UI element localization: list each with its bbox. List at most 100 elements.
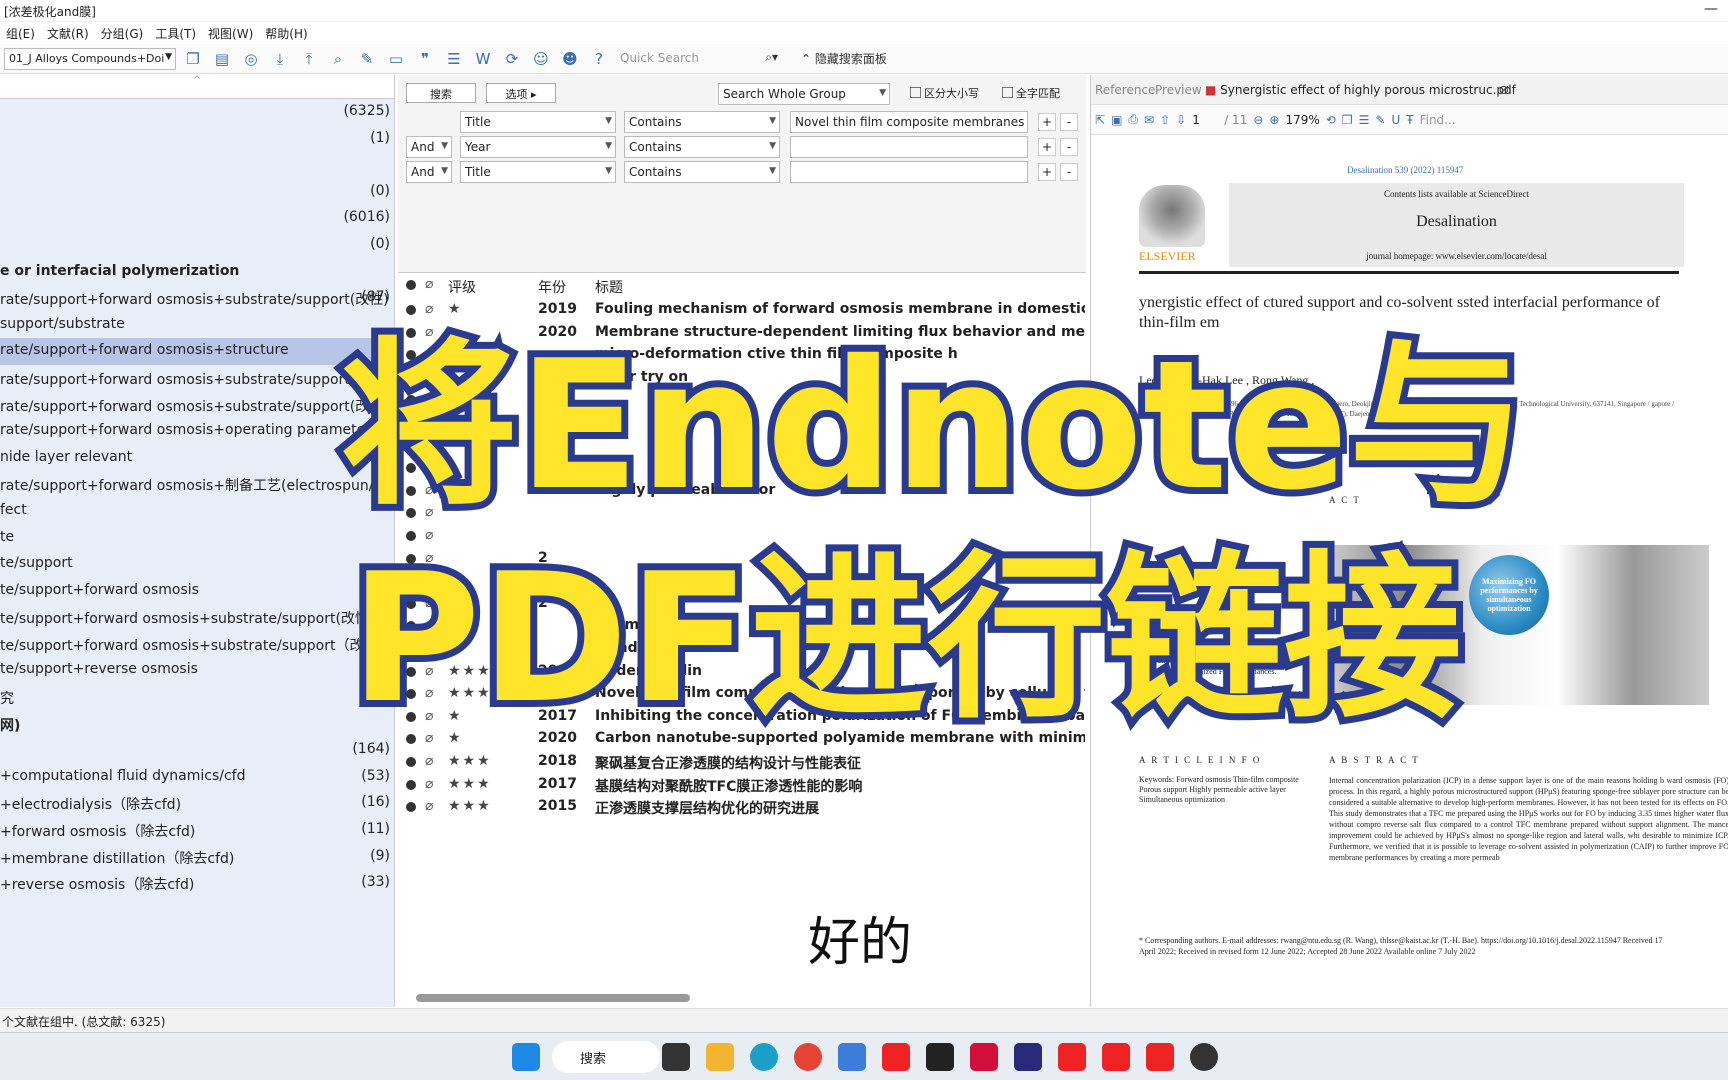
- sync-icon[interactable]: ⟳: [500, 47, 524, 71]
- users-icon[interactable]: ☻: [558, 47, 582, 71]
- match-words-checkbox[interactable]: 全字匹配: [1002, 85, 1060, 101]
- field-select[interactable]: Title ▼: [460, 161, 616, 183]
- export-icon[interactable]: ⤒: [297, 47, 321, 71]
- col-rating[interactable]: 评级: [448, 277, 476, 297]
- find-fulltext-icon[interactable]: ⌕: [326, 47, 350, 71]
- prev-page-icon[interactable]: ⇧: [1160, 113, 1170, 127]
- group-item[interactable]: e or interfacial polymerization: [0, 259, 394, 286]
- reference-row[interactable]: ⌀ ★ 2019 Fouling mechanism of forward osmos…: [398, 300, 1086, 323]
- new-reference-icon[interactable]: ▤: [210, 47, 234, 71]
- reference-row[interactable]: ⌀ s and c: [398, 639, 1086, 662]
- reference-row[interactable]: ⌀ ★★★ 2014 Understandin: [398, 662, 1086, 685]
- col-year[interactable]: 年份: [538, 277, 566, 297]
- group-item[interactable]: (0): [0, 232, 394, 259]
- next-page-icon[interactable]: ⇩: [1176, 113, 1186, 127]
- group-item[interactable]: 网): [0, 711, 394, 738]
- reference-row[interactable]: ⌀ ★★★ 2018 聚砜基复合正渗透膜的结构设计与性能表征: [398, 752, 1086, 775]
- reference-row[interactable]: ⌀ micro-deformation ctive thin film compo…: [398, 345, 1086, 368]
- menu-groups[interactable]: 分组(G): [95, 22, 150, 44]
- search-value-input[interactable]: Novel thin film composite membranes supp…: [790, 111, 1028, 133]
- import-icon[interactable]: ⤓: [268, 47, 292, 71]
- copy-page-icon[interactable]: ❐: [1342, 113, 1353, 127]
- search-value-input[interactable]: [790, 161, 1028, 183]
- group-item[interactable]: +electrodialysis（除去cfd) (16): [0, 790, 394, 817]
- group-item[interactable]: (6325): [0, 99, 394, 126]
- menu-tools[interactable]: 工具(T): [149, 22, 202, 44]
- group-item[interactable]: +membrane distillation（除去cfd) (9): [0, 844, 394, 871]
- reference-row[interactable]: ⌀ 2: [398, 594, 1086, 617]
- share-icon[interactable]: ☺: [529, 47, 553, 71]
- menu-window[interactable]: 视图(W): [202, 22, 259, 44]
- group-item[interactable]: [0, 152, 394, 179]
- strikethrough-icon[interactable]: Ŧ: [1406, 113, 1413, 127]
- group-item[interactable]: support/substrate: [0, 312, 394, 339]
- remove-row-button[interactable]: -: [1060, 138, 1078, 156]
- boolean-select[interactable]: And ▼: [406, 136, 452, 158]
- add-row-button[interactable]: +: [1038, 163, 1056, 181]
- edit-icon[interactable]: ✎: [355, 47, 379, 71]
- app-icon[interactable]: [838, 1043, 866, 1071]
- reference-row[interactable]: ⌀ ★ 2017 Inhibiting the concentration polar…: [398, 707, 1086, 730]
- library-select[interactable]: 01_J Alloys Compounds+Doi ▼: [4, 47, 176, 70]
- page-number-input[interactable]: 1: [1192, 113, 1218, 127]
- reference-row[interactable]: ⌀: [398, 413, 1086, 436]
- quote-icon[interactable]: ❞: [413, 47, 437, 71]
- group-item[interactable]: rate/support+forward osmosis+substrate/s…: [0, 285, 394, 312]
- start-icon[interactable]: [512, 1043, 540, 1071]
- remove-row-button[interactable]: -: [1060, 163, 1078, 181]
- horizontal-scrollbar[interactable]: [416, 994, 690, 1002]
- zoom-level[interactable]: 179%: [1285, 113, 1319, 127]
- chrome-icon[interactable]: [794, 1043, 822, 1071]
- boolean-select[interactable]: And ▼: [406, 161, 452, 183]
- endnote-icon[interactable]: [1014, 1043, 1042, 1071]
- operator-select[interactable]: Contains ▼: [624, 111, 780, 133]
- field-select[interactable]: Year ▼: [460, 136, 616, 158]
- group-item[interactable]: te/support+forward osmosis+substrate/sup…: [0, 604, 394, 631]
- group-item[interactable]: +forward osmosis（除去cfd) (11): [0, 817, 394, 844]
- remove-row-button[interactable]: -: [1060, 113, 1078, 131]
- group-item[interactable]: (1): [0, 126, 394, 153]
- field-select[interactable]: Title ▼: [460, 111, 616, 133]
- hide-search-panel-button[interactable]: ⌃ 隐藏搜索面板: [801, 50, 887, 67]
- github-icon[interactable]: [1190, 1043, 1218, 1071]
- tab-preview[interactable]: Preview: [1155, 83, 1202, 97]
- operator-select[interactable]: Contains ▼: [624, 161, 780, 183]
- format-icon[interactable]: ☰: [442, 47, 466, 71]
- highlight-icon[interactable]: ✎: [1375, 113, 1385, 127]
- group-item[interactable]: te: [0, 525, 394, 552]
- add-row-button[interactable]: +: [1038, 113, 1056, 131]
- menu-edit[interactable]: 组(E): [0, 22, 41, 44]
- search-scope-select[interactable]: Search Whole Group ▼: [718, 83, 890, 105]
- explorer-icon[interactable]: [706, 1043, 734, 1071]
- reference-row[interactable]: ⌀ ★★★ 2017 基膜结构对聚酰胺TFC膜正渗透性能的影响: [398, 775, 1086, 798]
- note-icon[interactable]: ☰: [1359, 113, 1370, 127]
- copy-icon[interactable]: ❐: [181, 47, 205, 71]
- reference-row[interactable]: ⌀ rformance: [398, 616, 1086, 639]
- open-external-icon[interactable]: ⇱: [1095, 113, 1105, 127]
- reference-row[interactable]: ⌀: [398, 458, 1086, 481]
- group-item[interactable]: te/support+reverse osmosis: [0, 657, 394, 684]
- reference-row[interactable]: ⌀ 2: [398, 549, 1086, 572]
- quick-search-input[interactable]: Quick Search ⌕▾: [616, 48, 786, 70]
- tab-reference[interactable]: Reference: [1095, 83, 1155, 97]
- group-item[interactable]: (0): [0, 179, 394, 206]
- pdf-find-input[interactable]: Find...: [1420, 113, 1456, 127]
- zoom-out-icon[interactable]: ⊖: [1253, 113, 1263, 127]
- reference-row[interactable]: ⌀: [398, 390, 1086, 413]
- word-icon[interactable]: W: [471, 47, 495, 71]
- reference-row[interactable]: ⌀ 2017 Highly permeab c e for: [398, 481, 1086, 504]
- group-item[interactable]: te/support+forward osmosis: [0, 578, 394, 605]
- col-title[interactable]: 标题: [595, 277, 623, 297]
- reference-row[interactable]: ⌀ embr try on: [398, 368, 1086, 391]
- group-item[interactable]: fect: [0, 498, 394, 525]
- reference-row[interactable]: ⌀: [398, 503, 1086, 526]
- reference-row[interactable]: ⌀ 2: [398, 571, 1086, 594]
- wps-icon[interactable]: [882, 1043, 910, 1071]
- save-icon[interactable]: ▣: [1111, 113, 1122, 127]
- group-item[interactable]: rate/support+forward osmosis+substrate/s…: [0, 392, 394, 419]
- online-search-icon[interactable]: ◎: [239, 47, 263, 71]
- menu-help[interactable]: 帮助(H): [259, 22, 313, 44]
- match-case-checkbox[interactable]: 区分大小写: [910, 85, 979, 101]
- search-button[interactable]: 搜索: [406, 83, 476, 103]
- minimize-button[interactable]: —: [1704, 1, 1718, 17]
